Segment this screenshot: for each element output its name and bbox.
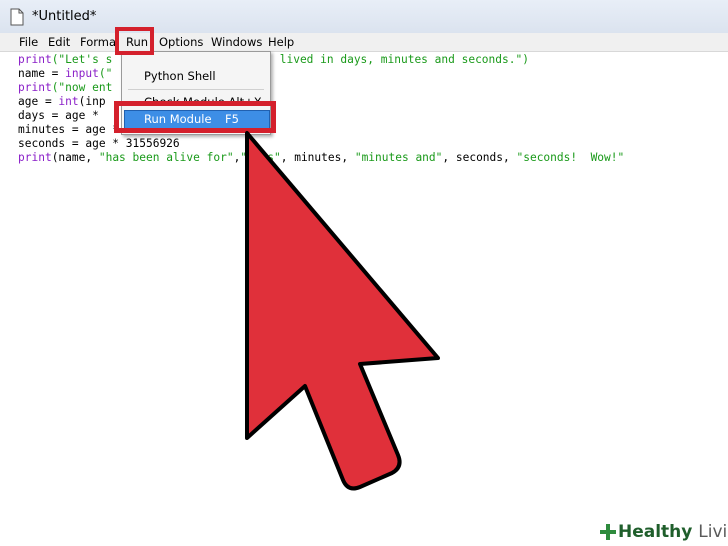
plus-logo-icon <box>600 524 616 540</box>
watermark-brand-light: Living <box>698 522 728 542</box>
watermark-brand-bold: Healthy <box>618 522 693 542</box>
healthy-living-watermark: Healthy Living <box>594 518 728 546</box>
watermark-brand: Healthy Living <box>618 522 728 542</box>
pointer-arrow-icon <box>245 131 440 491</box>
